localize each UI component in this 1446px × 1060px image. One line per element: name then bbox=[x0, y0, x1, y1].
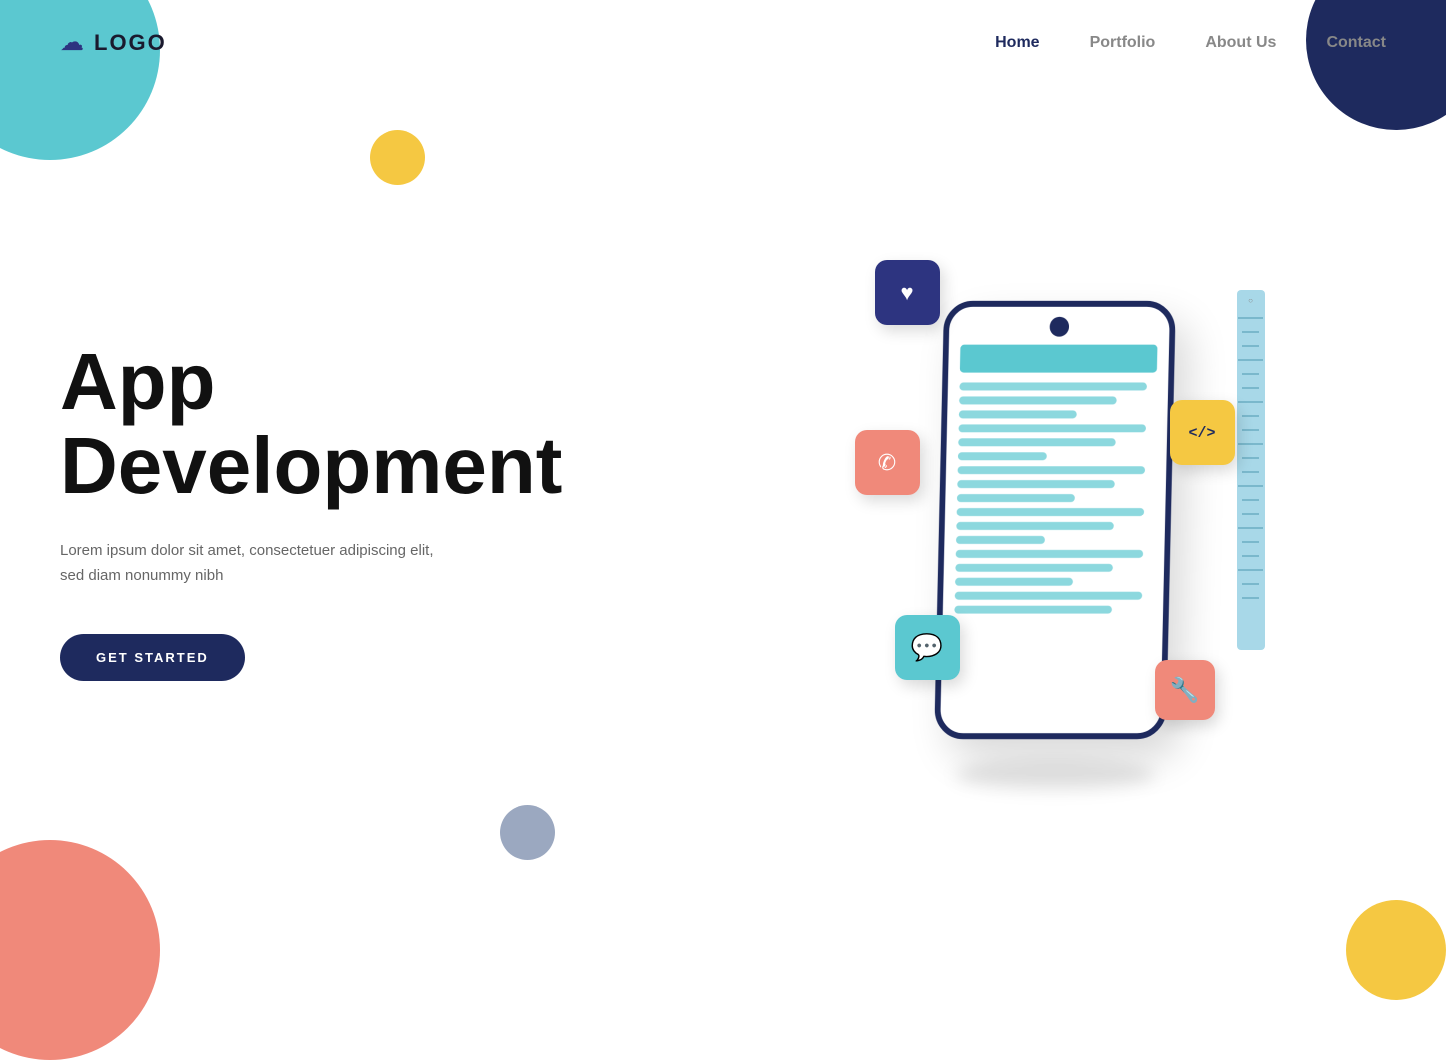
cloud-icon: ☁ bbox=[60, 28, 84, 57]
logo-area: ☁ LOGO bbox=[60, 28, 167, 57]
ruler-mark bbox=[1242, 415, 1259, 417]
code-line bbox=[958, 424, 1145, 432]
logo-text: LOGO bbox=[94, 30, 167, 56]
hero-subtitle: Lorem ipsum dolor sit amet, consectetuer… bbox=[60, 538, 440, 589]
nav-portfolio[interactable]: Portfolio bbox=[1090, 34, 1156, 51]
phone-illustration: ♥ ✆ 💬 </> 🔧 bbox=[845, 230, 1265, 810]
get-started-button[interactable]: GET STARTED bbox=[60, 634, 245, 681]
code-line bbox=[954, 592, 1141, 600]
phone-symbol: ✆ bbox=[878, 450, 896, 476]
code-line bbox=[957, 480, 1115, 488]
ruler-mark bbox=[1242, 387, 1259, 389]
ruler-mark bbox=[1242, 429, 1259, 431]
ruler-mark bbox=[1242, 471, 1259, 473]
phone-notch bbox=[1049, 317, 1069, 337]
screen-header bbox=[959, 345, 1157, 373]
nav-contact[interactable]: Contact bbox=[1326, 34, 1386, 51]
code-line bbox=[957, 466, 1144, 474]
phone-shadow bbox=[955, 760, 1155, 790]
nav-links: Home Portfolio About Us Contact bbox=[995, 34, 1386, 52]
ruler-mark bbox=[1238, 401, 1263, 403]
heart-symbol: ♥ bbox=[900, 280, 913, 306]
hero-left: App Development Lorem ipsum dolor sit am… bbox=[60, 300, 723, 681]
chat-icon-badge: 💬 bbox=[895, 615, 960, 680]
ruler-mark bbox=[1238, 359, 1263, 361]
ruler-mark bbox=[1242, 331, 1259, 333]
ruler-mark bbox=[1238, 527, 1263, 529]
code-line bbox=[959, 396, 1117, 404]
hero-section: App Development Lorem ipsum dolor sit am… bbox=[0, 0, 1446, 980]
code-line bbox=[957, 452, 1046, 460]
ruler-mark bbox=[1242, 583, 1259, 585]
hero-right: ♥ ✆ 💬 </> 🔧 bbox=[723, 0, 1386, 980]
ruler-mark bbox=[1242, 597, 1259, 599]
code-line bbox=[959, 383, 1146, 391]
code-line bbox=[956, 522, 1114, 530]
ruler-mark bbox=[1238, 443, 1263, 445]
heart-icon-badge: ♥ bbox=[875, 260, 940, 325]
phone-icon-badge: ✆ bbox=[855, 430, 920, 495]
wrench-icon-badge: 🔧 bbox=[1155, 660, 1215, 720]
ruler-mark bbox=[1242, 373, 1259, 375]
code-line bbox=[956, 494, 1074, 502]
code-line bbox=[958, 438, 1116, 446]
ruler-mark bbox=[1242, 541, 1259, 543]
code-line bbox=[958, 410, 1076, 418]
nav-home[interactable]: Home bbox=[995, 34, 1039, 51]
chat-symbol: 💬 bbox=[911, 632, 943, 663]
code-icon-badge: </> bbox=[1170, 400, 1235, 465]
ruler-mark bbox=[1238, 569, 1263, 571]
code-line bbox=[955, 564, 1113, 572]
hero-title: App Development bbox=[60, 340, 723, 508]
code-line bbox=[955, 536, 1044, 544]
ruler-mark bbox=[1242, 345, 1259, 347]
code-line bbox=[954, 606, 1112, 614]
ruler-mark bbox=[1242, 555, 1259, 557]
wrench-symbol: 🔧 bbox=[1170, 676, 1200, 705]
ruler-mark bbox=[1238, 317, 1263, 319]
nav-about[interactable]: About Us bbox=[1205, 34, 1276, 51]
phone-screen bbox=[942, 337, 1169, 628]
code-line bbox=[955, 550, 1142, 558]
code-line bbox=[954, 578, 1072, 586]
ruler-mark bbox=[1238, 485, 1263, 487]
navbar: ☁ LOGO Home Portfolio About Us Contact bbox=[0, 0, 1446, 85]
phone-device bbox=[934, 301, 1176, 739]
code-symbol: </> bbox=[1188, 424, 1215, 442]
ruler-mark bbox=[1242, 499, 1259, 501]
ruler-mark bbox=[1242, 457, 1259, 459]
ruler-decoration bbox=[1237, 290, 1265, 650]
ruler-mark bbox=[1242, 513, 1259, 515]
code-line bbox=[956, 508, 1143, 516]
